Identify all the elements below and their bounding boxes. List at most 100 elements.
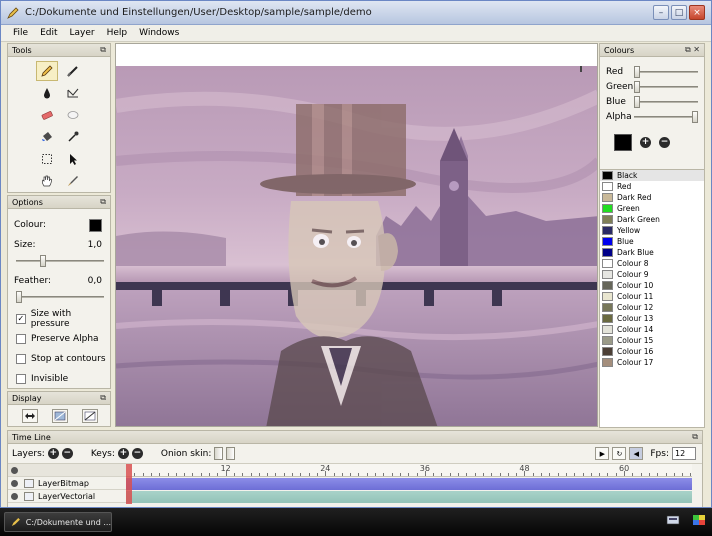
red-slider-thumb[interactable] bbox=[634, 66, 640, 78]
eyedropper-tool[interactable] bbox=[62, 127, 84, 147]
frame-ruler[interactable]: 12 24 36 48 60 bbox=[126, 464, 692, 477]
colour-entry[interactable]: Yellow bbox=[600, 225, 704, 236]
select-tool[interactable] bbox=[36, 149, 58, 169]
stop-contours-checkbox[interactable] bbox=[16, 354, 26, 364]
colour-entry[interactable]: Colour 13 bbox=[600, 313, 704, 324]
stop-contours-option[interactable]: Stop at contours bbox=[8, 349, 110, 369]
invisible-checkbox[interactable] bbox=[16, 374, 26, 384]
mirror-horizontal-button[interactable] bbox=[22, 409, 38, 423]
colour-entry[interactable]: Colour 16 bbox=[600, 346, 704, 357]
remove-key-icon[interactable]: − bbox=[131, 448, 143, 459]
loop-button[interactable]: ↻ bbox=[612, 447, 627, 460]
colour-entry[interactable]: Dark Red bbox=[600, 192, 704, 203]
layer-row-vector[interactable]: LayerVectorial bbox=[8, 490, 126, 503]
bucket-tool[interactable] bbox=[36, 127, 58, 147]
add-colour-icon[interactable]: + bbox=[640, 137, 651, 148]
red-slider[interactable] bbox=[634, 66, 698, 78]
menu-file[interactable]: File bbox=[7, 28, 34, 38]
vector-track[interactable] bbox=[126, 491, 692, 503]
colour-entry-swatch bbox=[602, 358, 613, 367]
keyboard-tray-icon[interactable] bbox=[666, 513, 680, 527]
polyline-tool[interactable] bbox=[62, 83, 84, 103]
remove-layer-icon[interactable]: − bbox=[61, 448, 73, 459]
onion-prev-button[interactable] bbox=[214, 447, 224, 460]
preserve-alpha-checkbox[interactable] bbox=[16, 334, 26, 344]
visibility-all-icon[interactable] bbox=[11, 466, 18, 474]
menu-help[interactable]: Help bbox=[101, 28, 134, 38]
play-button[interactable]: ▶ bbox=[595, 447, 610, 460]
colour-entry[interactable]: Blue bbox=[600, 236, 704, 247]
pencil-tool[interactable] bbox=[36, 61, 58, 81]
colours-dock-icon[interactable]: ⧉ ✕ bbox=[685, 45, 700, 55]
ruler-tick bbox=[308, 473, 310, 476]
colour-entry[interactable]: Colour 15 bbox=[600, 335, 704, 346]
feather-slider[interactable] bbox=[16, 291, 104, 303]
move-tool[interactable] bbox=[62, 149, 84, 169]
eye-icon[interactable] bbox=[11, 492, 18, 500]
colour-entry[interactable]: Black bbox=[600, 170, 704, 181]
timeline-dock-icon[interactable]: ⧉ bbox=[692, 432, 698, 442]
ruler-tick bbox=[590, 473, 592, 476]
colour-entry[interactable]: Colour 14 bbox=[600, 324, 704, 335]
preserve-alpha-option[interactable]: Preserve Alpha bbox=[8, 329, 110, 349]
blue-slider-thumb[interactable] bbox=[634, 96, 640, 108]
current-colour-swatch[interactable] bbox=[614, 134, 632, 151]
menu-layer[interactable]: Layer bbox=[64, 28, 101, 38]
menu-edit[interactable]: Edit bbox=[34, 28, 63, 38]
colour-list[interactable]: Black Red Dark Red Green Dark Green Yellow Blu… bbox=[600, 169, 704, 427]
pen-tool[interactable] bbox=[62, 61, 84, 81]
size-pressure-option[interactable]: ✓ Size with pressure bbox=[8, 309, 110, 329]
eraser-tool[interactable] bbox=[36, 105, 58, 125]
colour-entry[interactable]: Colour 17 bbox=[600, 357, 704, 368]
green-slider-thumb[interactable] bbox=[634, 81, 640, 93]
mirror-vertical-button[interactable] bbox=[52, 409, 68, 423]
tools-dock-icon[interactable]: ⧉ bbox=[100, 45, 106, 55]
layer-row-bitmap[interactable]: LayerBitmap bbox=[8, 477, 126, 490]
colour-swatch[interactable] bbox=[89, 219, 102, 232]
size-pressure-checkbox[interactable]: ✓ bbox=[16, 314, 26, 324]
sound-button[interactable]: ◀ bbox=[629, 447, 644, 460]
feather-slider-thumb[interactable] bbox=[16, 291, 22, 303]
playhead[interactable] bbox=[126, 464, 132, 504]
alpha-slider[interactable] bbox=[634, 111, 698, 123]
colour-entry[interactable]: Colour 12 bbox=[600, 302, 704, 313]
colour-entry[interactable]: Green bbox=[600, 203, 704, 214]
invisible-option[interactable]: Invisible bbox=[8, 369, 110, 389]
brush-tool[interactable] bbox=[62, 171, 84, 191]
remove-colour-icon[interactable]: − bbox=[659, 137, 670, 148]
colour-entry[interactable]: Dark Blue bbox=[600, 247, 704, 258]
ink-tool[interactable] bbox=[36, 83, 58, 103]
maximize-button[interactable]: □ bbox=[671, 5, 687, 20]
colour-entry[interactable]: Dark Green bbox=[600, 214, 704, 225]
alpha-slider-thumb[interactable] bbox=[692, 111, 698, 123]
options-dock-icon[interactable]: ⧉ bbox=[100, 197, 106, 207]
smudge-tool[interactable] bbox=[62, 105, 84, 125]
colour-entry[interactable]: Red bbox=[600, 181, 704, 192]
bitmap-track[interactable] bbox=[126, 478, 692, 490]
ruler-tick bbox=[200, 473, 202, 476]
taskbar-app-button[interactable]: C:/Dokumente und ... bbox=[4, 512, 112, 532]
add-layer-icon[interactable]: + bbox=[47, 448, 59, 459]
menu-windows[interactable]: Windows bbox=[133, 28, 185, 38]
colour-entry[interactable]: Colour 9 bbox=[600, 269, 704, 280]
hand-tool[interactable] bbox=[36, 171, 58, 191]
size-slider[interactable] bbox=[16, 255, 104, 267]
fps-input[interactable]: 12 bbox=[672, 447, 696, 460]
display-dock-icon[interactable]: ⧉ bbox=[100, 393, 106, 403]
colour-entry[interactable]: Colour 11 bbox=[600, 291, 704, 302]
green-slider[interactable] bbox=[634, 81, 698, 93]
colour-entry[interactable]: Colour 10 bbox=[600, 280, 704, 291]
size-slider-thumb[interactable] bbox=[40, 255, 46, 267]
outline-mode-button[interactable] bbox=[82, 409, 98, 423]
close-button[interactable]: × bbox=[689, 5, 705, 20]
ruler-tick bbox=[449, 473, 451, 476]
title-bar[interactable]: C:/Dokumente und Einstellungen/User/Desk… bbox=[1, 1, 711, 25]
eye-icon[interactable] bbox=[11, 479, 18, 487]
add-key-icon[interactable]: + bbox=[117, 448, 129, 459]
minimize-button[interactable]: – bbox=[653, 5, 669, 20]
network-tray-icon[interactable] bbox=[692, 513, 706, 527]
blue-slider[interactable] bbox=[634, 96, 698, 108]
colour-entry[interactable]: Colour 8 bbox=[600, 258, 704, 269]
onion-next-button[interactable] bbox=[226, 447, 236, 460]
drawing-canvas[interactable] bbox=[115, 43, 598, 427]
